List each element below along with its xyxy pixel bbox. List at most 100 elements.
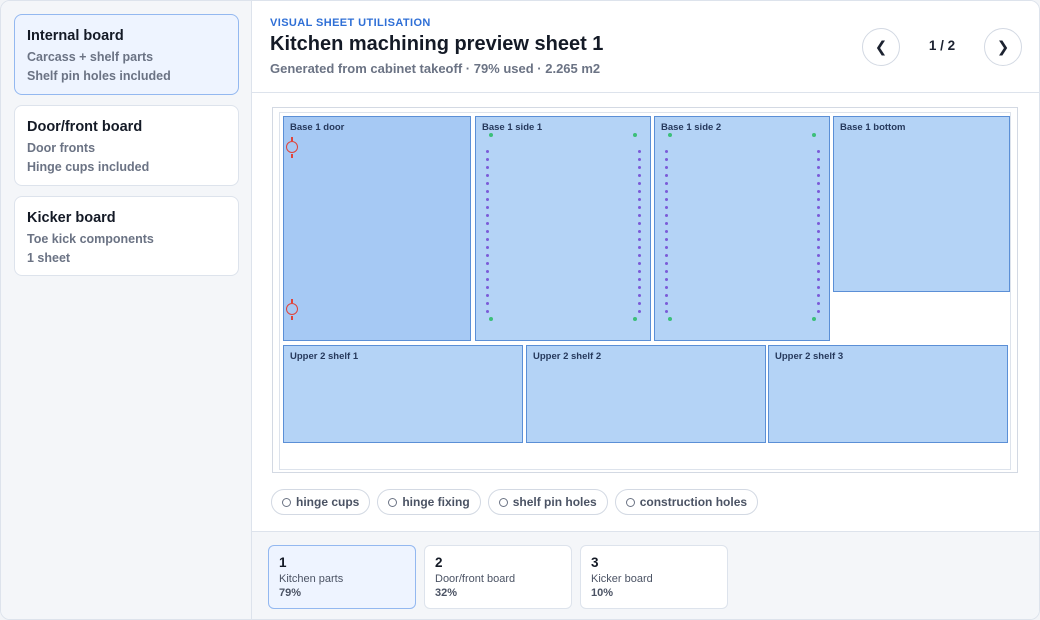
legend-label: hinge fixing	[402, 495, 470, 509]
ring-icon	[498, 497, 508, 507]
part-base-1-bottom[interactable]: Base 1 bottom	[833, 116, 1010, 292]
section-eyebrow: VISUAL SHEET UTILISATION	[270, 17, 431, 29]
legend-shelf-pin-holes[interactable]: shelf pin holes	[487, 489, 608, 515]
shelf-pin-hole-icon	[486, 238, 489, 241]
shelf-pin-hole-icon	[665, 174, 668, 177]
shelf-pin-hole-icon	[817, 246, 820, 249]
shelf-pin-hole-icon	[486, 206, 489, 209]
shelf-pin-hole-icon	[665, 182, 668, 185]
part-upper-2-shelf-2[interactable]: Upper 2 shelf 2	[526, 345, 766, 443]
shelf-pin-hole-icon	[486, 158, 489, 161]
page-indicator: 1 / 2	[928, 38, 956, 53]
shelf-pin-hole-icon	[665, 278, 668, 281]
sheet-thumbnail-3[interactable]: 3 Kicker board 10%	[580, 545, 728, 609]
shelf-pin-hole-icon	[486, 270, 489, 273]
board-sidebar: Internal board Carcass + shelf parts She…	[1, 1, 252, 619]
legend-hinge-fixing[interactable]: hinge fixing	[377, 489, 481, 515]
board-title: Kicker board	[27, 210, 116, 226]
shelf-pin-hole-icon	[486, 302, 489, 305]
sheet-board-outline: Base 1 door Base 1 side 1 Base 1 side 2 …	[279, 112, 1011, 470]
hole-type-legend: hinge cups hinge fixing shelf pin holes …	[271, 489, 759, 515]
shelf-pin-hole-icon	[638, 254, 641, 257]
board-card-door-front[interactable]: Door/front board Door fronts Hinge cups …	[14, 105, 239, 186]
shelf-pin-hole-icon	[665, 158, 668, 161]
legend-construction-holes[interactable]: construction holes	[614, 489, 759, 515]
construction-hole-icon	[812, 133, 816, 137]
board-note: Hinge cups included	[27, 160, 150, 174]
shelf-pin-hole-icon	[486, 278, 489, 281]
board-card-kicker[interactable]: Kicker board Toe kick components 1 sheet	[14, 196, 239, 276]
page-subtitle: Generated from cabinet takeoff · 79% use…	[270, 61, 601, 76]
hinge-cup-icon	[286, 141, 298, 153]
shelf-pin-hole-icon	[665, 198, 668, 201]
construction-hole-icon	[812, 317, 816, 321]
shelf-pin-hole-icon	[638, 230, 641, 233]
hinge-fixing-icon	[291, 154, 293, 158]
legend-hinge-cups[interactable]: hinge cups	[271, 489, 371, 515]
preview-header: VISUAL SHEET UTILISATION Kitchen machini…	[252, 1, 1039, 93]
part-base-1-side-2[interactable]: Base 1 side 2	[654, 116, 830, 341]
board-title: Door/front board	[27, 119, 143, 135]
shelf-pin-hole-icon	[638, 262, 641, 265]
app-window: Internal board Carcass + shelf parts She…	[0, 0, 1040, 620]
construction-hole-icon	[633, 133, 637, 137]
board-description: Carcass + shelf parts	[27, 50, 154, 64]
part-base-1-side-1[interactable]: Base 1 side 1	[475, 116, 651, 341]
board-note: 1 sheet	[27, 251, 71, 265]
construction-hole-icon	[489, 133, 493, 137]
shelf-pin-hole-icon	[665, 230, 668, 233]
shelf-pin-hole-icon	[817, 166, 820, 169]
shelf-pin-hole-icon	[486, 190, 489, 193]
shelf-pin-hole-icon	[665, 286, 668, 289]
chevron-left-icon: ❮	[874, 39, 888, 56]
shelf-pin-hole-icon	[486, 174, 489, 177]
shelf-pin-hole-icon	[638, 182, 641, 185]
previous-sheet-button[interactable]: ❮	[862, 28, 900, 66]
shelf-pin-hole-icon	[638, 198, 641, 201]
sheet-name: Door/front board	[435, 573, 516, 585]
board-title: Internal board	[27, 28, 124, 44]
part-label: Base 1 side 2	[661, 122, 722, 133]
shelf-pin-hole-icon	[817, 294, 820, 297]
shelf-pin-hole-icon	[817, 286, 820, 289]
shelf-pin-hole-icon	[486, 214, 489, 217]
shelf-pin-hole-icon	[486, 262, 489, 265]
hinge-fixing-icon	[291, 137, 293, 141]
shelf-pin-hole-icon	[486, 150, 489, 153]
sheet-thumbnail-1[interactable]: 1 Kitchen parts 79%	[268, 545, 416, 609]
shelf-pin-hole-icon	[665, 150, 668, 153]
page-title: Kitchen machining preview sheet 1	[270, 33, 604, 55]
shelf-pin-hole-icon	[638, 246, 641, 249]
ring-icon	[388, 497, 398, 507]
legend-label: construction holes	[639, 495, 748, 509]
board-card-internal[interactable]: Internal board Carcass + shelf parts She…	[14, 14, 239, 95]
part-upper-2-shelf-3[interactable]: Upper 2 shelf 3	[768, 345, 1008, 443]
sheet-thumbnail-strip: 1 Kitchen parts 79% 2 Door/front board 3…	[252, 531, 1039, 619]
shelf-pin-hole-icon	[486, 222, 489, 225]
shelf-pin-hole-icon	[817, 206, 820, 209]
shelf-pin-hole-icon	[638, 278, 641, 281]
ring-icon	[625, 497, 635, 507]
shelf-pin-hole-icon	[665, 262, 668, 265]
part-upper-2-shelf-1[interactable]: Upper 2 shelf 1	[283, 345, 523, 443]
part-base-1-door[interactable]: Base 1 door	[283, 116, 471, 341]
shelf-pin-hole-icon	[638, 158, 641, 161]
shelf-pin-hole-icon	[665, 270, 668, 273]
shelf-pin-hole-icon	[817, 158, 820, 161]
shelf-pin-hole-icon	[638, 302, 641, 305]
shelf-pin-hole-icon	[665, 302, 668, 305]
shelf-pin-hole-icon	[665, 294, 668, 297]
shelf-pin-hole-icon	[486, 294, 489, 297]
shelf-pin-hole-icon	[486, 182, 489, 185]
shelf-pin-hole-icon	[665, 254, 668, 257]
sheet-thumbnail-2[interactable]: 2 Door/front board 32%	[424, 545, 572, 609]
part-label: Base 1 side 1	[482, 122, 543, 133]
construction-hole-icon	[668, 133, 672, 137]
ring-icon	[282, 497, 291, 507]
shelf-pin-hole-icon	[817, 262, 820, 265]
next-sheet-button[interactable]: ❯	[984, 28, 1022, 66]
sheet-number: 1	[279, 555, 287, 570]
shelf-pin-hole-icon	[638, 286, 641, 289]
construction-hole-icon	[489, 317, 493, 321]
part-label: Base 1 bottom	[840, 122, 906, 133]
